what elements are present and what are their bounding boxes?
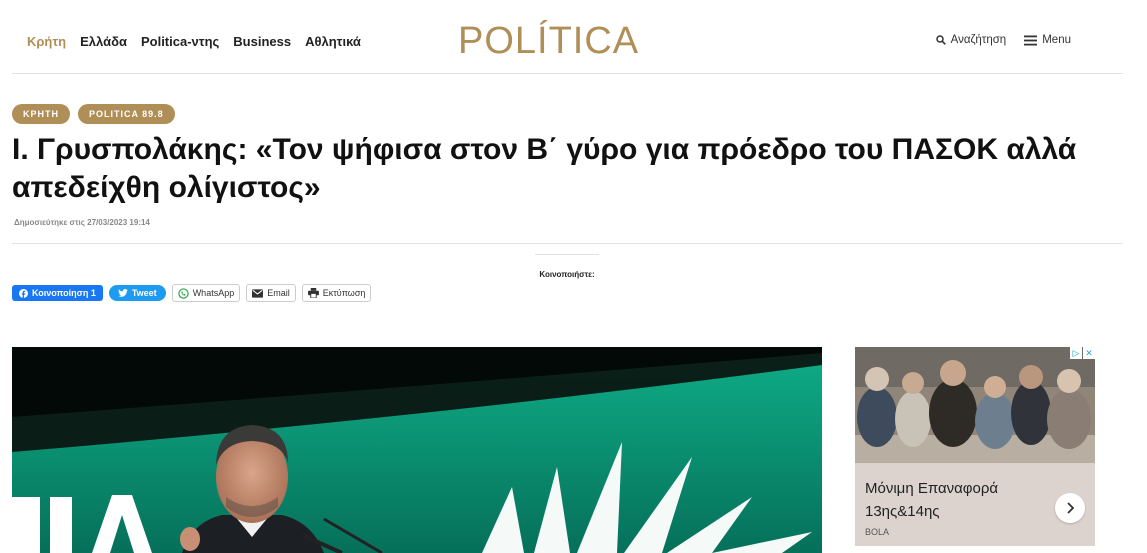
share-buttons: Κοινοποίηση 1 Tweet WhatsApp Email Εκτύπ…	[12, 284, 372, 302]
whatsapp-share-button[interactable]: WhatsApp	[171, 284, 241, 302]
article-hero-image	[12, 347, 822, 553]
twitter-bird-icon	[118, 289, 128, 297]
article-tags: ΚΡΗΤΗ POLITICA 89.8	[12, 104, 175, 124]
nav-item-business[interactable]: Business	[233, 34, 291, 49]
nav-item-kriti[interactable]: Κρήτη	[27, 34, 66, 49]
ad-arrow-button[interactable]	[1055, 493, 1085, 523]
share-heading: Κοινοποιήστε:	[535, 254, 599, 282]
search-button[interactable]: Αναζήτηση	[935, 34, 1007, 46]
header-divider	[12, 73, 1123, 74]
site-logo[interactable]: POLÍTICA	[458, 20, 639, 63]
menu-button[interactable]: Menu	[1024, 34, 1071, 46]
print-label: Εκτύπωση	[322, 288, 366, 298]
facebook-icon	[19, 288, 28, 298]
title-divider	[12, 243, 1123, 244]
nav-item-athlitika[interactable]: Αθλητικά	[305, 34, 361, 49]
print-button[interactable]: Εκτύπωση	[301, 284, 372, 302]
ad-photo	[855, 347, 1095, 463]
nav-item-ellada[interactable]: Ελλάδα	[80, 34, 127, 49]
ad-choices[interactable]: ▷ ✕	[1070, 347, 1095, 359]
nav-item-politica-ntis[interactable]: Politica-ντης	[141, 34, 219, 49]
tag-politica-898[interactable]: POLITICA 89.8	[78, 104, 175, 124]
chevron-right-icon	[1067, 502, 1075, 514]
facebook-share-button[interactable]: Κοινοποίηση 1	[12, 285, 103, 301]
email-label: Email	[267, 288, 290, 298]
tweet-button[interactable]: Tweet	[108, 285, 166, 301]
tweet-label: Tweet	[131, 288, 157, 298]
ad-brand: BOLA	[865, 527, 890, 537]
hamburger-icon	[1024, 35, 1038, 45]
email-share-button[interactable]: Email	[246, 284, 296, 302]
hero-photo	[12, 347, 822, 553]
facebook-share-label: Κοινοποίηση 1	[32, 288, 96, 298]
sidebar-ad[interactable]: ▷ ✕ Μόνιμη Επαναφορά 13ης&14ης BOLA	[855, 347, 1095, 546]
whatsapp-label: WhatsApp	[192, 288, 235, 298]
printer-icon	[307, 288, 319, 298]
header-actions: Αναζήτηση Menu	[935, 34, 1071, 46]
main-nav: Κρήτη Ελλάδα Politica-ντης Business Αθλη…	[27, 34, 361, 49]
ad-headline: Μόνιμη Επαναφορά 13ης&14ης	[865, 480, 999, 520]
ad-image	[855, 347, 1095, 463]
ad-close-icon[interactable]: ✕	[1083, 347, 1095, 359]
share-label: Κοινοποιήστε:	[539, 270, 595, 279]
article-title: Ι. Γρυσπολάκης: «Τον ψήφισα στον Β΄ γύρο…	[12, 133, 1077, 204]
menu-label: Menu	[1042, 34, 1071, 46]
envelope-icon	[252, 288, 264, 298]
ad-info-icon[interactable]: ▷	[1070, 347, 1082, 359]
site-header: Κρήτη Ελλάδα Politica-ντης Business Αθλη…	[0, 0, 1147, 74]
publish-date: Δημοσιεύτηκε στις 27/03/2023 19:14	[14, 218, 150, 227]
search-icon	[935, 35, 946, 45]
whatsapp-icon	[178, 287, 189, 299]
tag-kriti[interactable]: ΚΡΗΤΗ	[12, 104, 70, 124]
search-label: Αναζήτηση	[950, 34, 1007, 46]
